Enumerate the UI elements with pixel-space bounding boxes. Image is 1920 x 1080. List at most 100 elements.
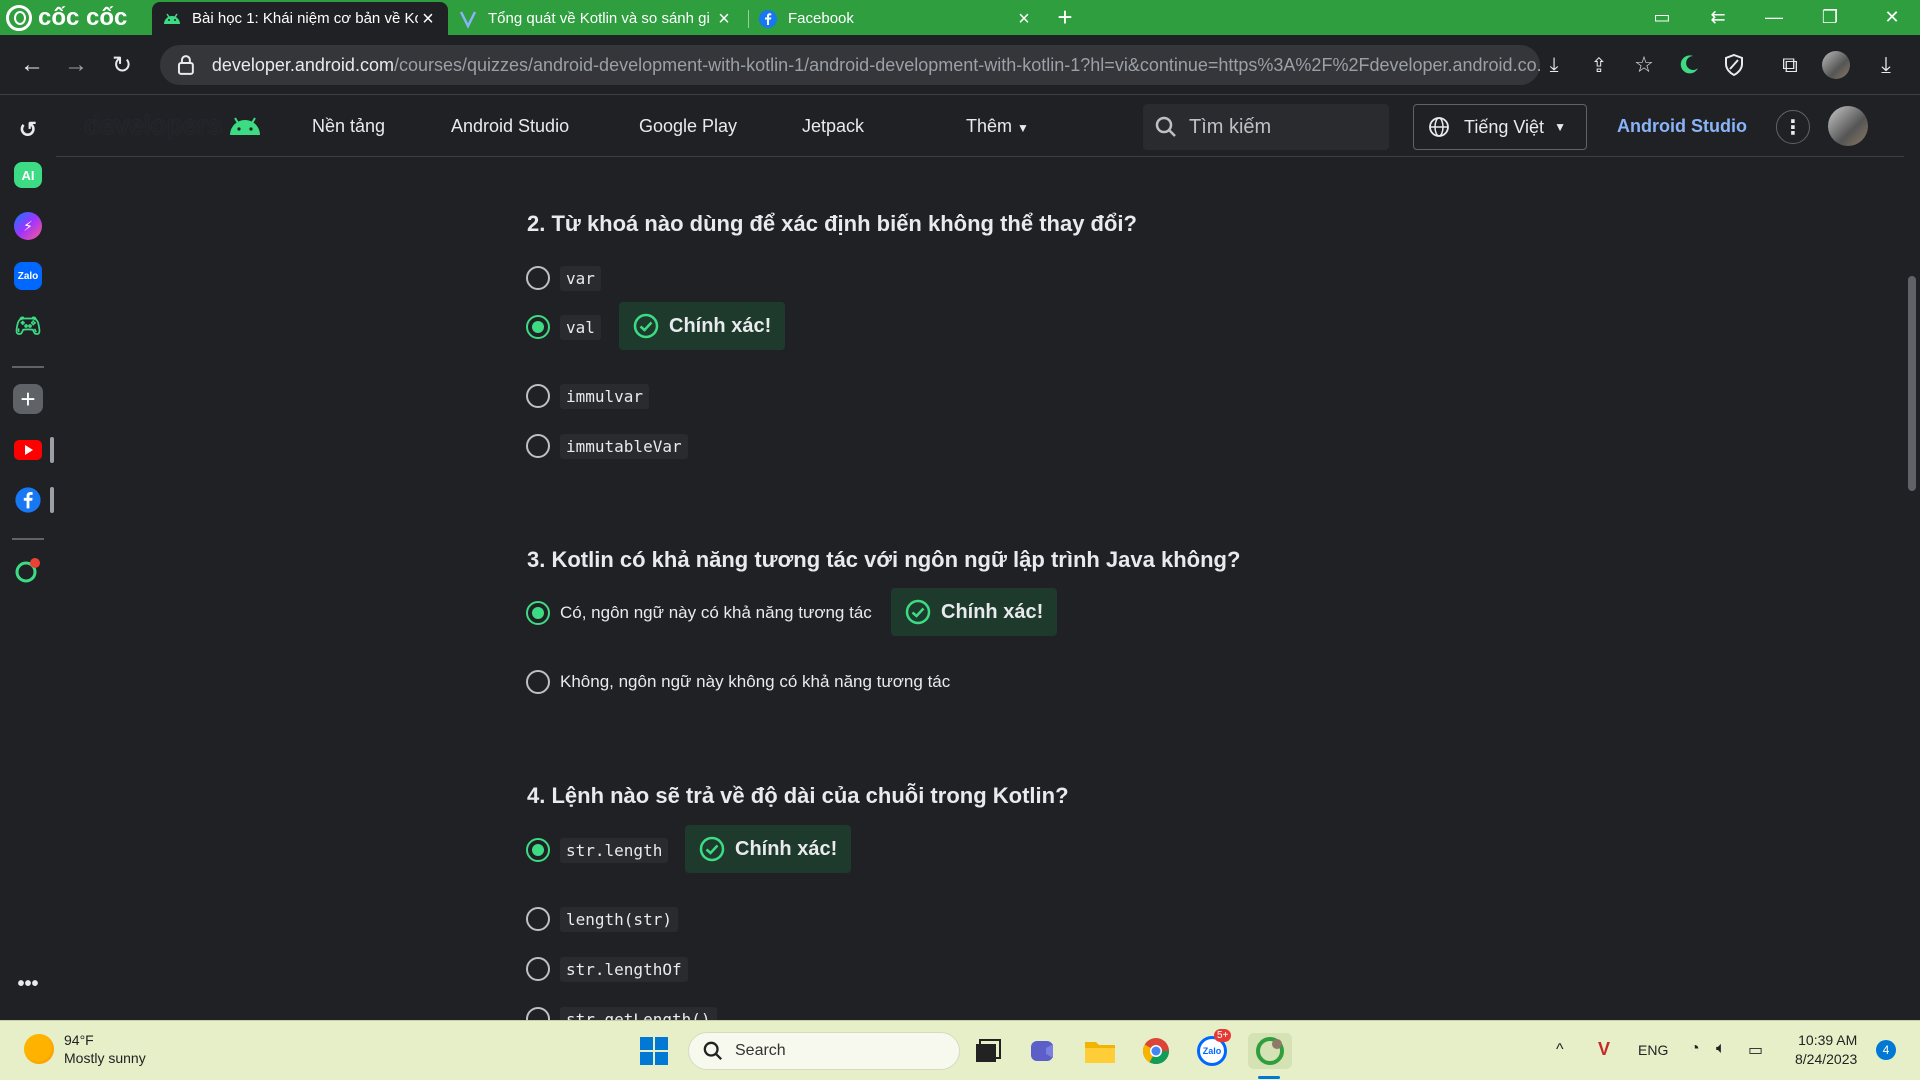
share-icon[interactable]: ⇪ [1581,47,1617,83]
new-tab-button[interactable]: + [1050,2,1080,33]
messenger-icon[interactable]: ⚡ [14,212,42,240]
scroll-thumb[interactable] [1908,276,1916,491]
more-vert-button[interactable]: ⋮ [1776,110,1810,144]
option-str-length[interactable]: str.length [526,835,669,865]
android-icon [229,116,260,135]
back-button[interactable]: ← [14,47,50,83]
radio-button[interactable] [526,907,550,931]
input-language[interactable]: ENG [1638,1042,1668,1058]
zalo-taskbar-icon[interactable]: Zalo 5+ [1194,1029,1232,1069]
battery-icon[interactable]: ▭ [1748,1040,1763,1060]
taskbar-search[interactable]: Search [688,1032,960,1070]
radio-button[interactable] [526,434,550,458]
active-app-indicator [1258,1076,1280,1079]
developers-logo[interactable]: developers [84,110,262,141]
radio-button[interactable] [526,838,550,862]
reload-button[interactable]: ↻ [104,47,140,83]
minimize-button[interactable]: — [1746,0,1802,35]
radio-button[interactable] [526,1007,550,1020]
option-immulvar[interactable]: immulvar [526,381,650,411]
tab-kotlin-overview[interactable]: Tổng quát về Kotlin và so sánh gi × [448,2,744,35]
option-yes[interactable]: Có, ngôn ngữ này có khả năng tương tác [526,598,872,628]
option-immutablevar[interactable]: immutableVar [526,431,688,461]
url-host: developer.android.com [211,54,394,75]
browser-sidebar: ↺ AI ⚡ Zalo 🎮︎ + ••• [0,96,56,1020]
option-label: str.getLength() [560,1006,717,1020]
nav-jetpack[interactable]: Jetpack [802,116,864,137]
task-view-icon[interactable] [970,1033,1006,1069]
option-no[interactable]: Không, ngôn ngữ này không có khả năng tư… [526,667,950,697]
weather-desc: Mostly sunny [64,1050,146,1066]
radio-button[interactable] [526,315,550,339]
dark-mode-icon[interactable] [1671,47,1707,83]
notification-count[interactable]: 4 [1876,1040,1896,1060]
download-page-icon[interactable]: ⤓ [1536,47,1572,83]
windows-start-icon[interactable] [636,1033,672,1069]
chrome-icon[interactable] [1138,1033,1174,1069]
teams-chat-icon[interactable] [1026,1033,1062,1069]
address-bar[interactable]: developer.android.com/courses/quizzes/an… [160,45,1540,85]
option-val[interactable]: val [526,312,601,342]
radio-button[interactable] [526,670,550,694]
notification-badge: 5+ [1214,1029,1232,1042]
maximize-button[interactable]: ❐ [1802,0,1858,35]
option-label: immutableVar [560,433,688,459]
tab-lesson[interactable]: Bài học 1: Khái niệm cơ bản về Ko × [152,2,448,35]
coccoc-logo[interactable]: cốc cốc [6,3,136,32]
android-studio-link[interactable]: Android Studio [1617,116,1747,137]
wifi-icon[interactable]: ◔ [1690,1040,1700,1058]
bookmark-star-icon[interactable]: ☆ [1626,47,1662,83]
history-icon[interactable]: ↺ [12,114,44,146]
zalo-icon[interactable]: Zalo [14,262,42,290]
weather-widget[interactable]: 94°F Mostly sunny [24,1031,146,1067]
close-window-button[interactable]: ✕ [1864,0,1920,35]
option-length-str[interactable]: length(str) [526,904,678,934]
facebook-icon[interactable] [12,484,44,516]
screen-capture-icon[interactable]: ▭ [1634,0,1690,35]
youtube-icon[interactable] [12,434,44,466]
facebook-icon [759,9,777,28]
file-explorer-icon[interactable] [1082,1033,1118,1069]
option-str-lengthof[interactable]: str.lengthOf [526,954,688,984]
nav-google-play[interactable]: Google Play [639,116,737,137]
forward-button[interactable]: → [58,47,94,83]
taskbar-search-label: Search [735,1042,786,1059]
site-search[interactable]: Tìm kiếm [1143,104,1389,150]
close-icon[interactable]: × [714,9,734,29]
ai-assistant-icon[interactable]: AI [14,162,42,188]
close-icon[interactable]: × [418,9,438,29]
nav-platform[interactable]: Nền tảng [312,116,385,137]
radio-button[interactable] [526,601,550,625]
add-icon[interactable]: + [13,384,43,414]
page-scrollbar[interactable] [1904,96,1920,1020]
option-var[interactable]: var [526,263,601,293]
coccoc-taskbar-icon[interactable] [1248,1033,1292,1069]
shield-icon[interactable] [1716,47,1752,83]
extensions-icon[interactable]: ⧉ [1772,47,1808,83]
vietkey-icon[interactable]: V [1598,1039,1610,1060]
option-str-getlength[interactable]: str.getLength() [526,1004,717,1020]
site-header: developers Nền tảng Android Studio Googl… [56,96,1920,157]
avatar[interactable] [1828,106,1868,146]
check-circle-icon [905,599,931,625]
nav-more[interactable]: Thêm ▼ [966,116,1029,137]
language-select[interactable]: Tiếng Việt ▼ [1413,104,1587,150]
clock[interactable]: 10:39 AM 8/24/2023 [1795,1031,1857,1069]
gamepad-icon[interactable]: 🎮︎ [12,310,44,342]
volume-icon[interactable]: 🔈︎ [1716,1040,1726,1058]
time: 10:39 AM [1798,1032,1858,1048]
question-title: 4. Lệnh nào sẽ trả về độ dài của chuỗi t… [527,783,1069,808]
profile-avatar[interactable] [1818,47,1854,83]
tab-facebook[interactable]: Facebook × [748,2,1044,35]
close-icon[interactable]: × [1014,9,1034,29]
coccoc-sync-icon[interactable] [12,554,44,586]
radio-button[interactable] [526,957,550,981]
more-options-icon[interactable]: ••• [12,968,44,1000]
nav-android-studio[interactable]: Android Studio [451,116,569,137]
downloads-icon[interactable]: ⤓ [1868,47,1904,83]
radio-button[interactable] [526,266,550,290]
chevron-up-icon[interactable]: ^ [1556,1041,1564,1059]
back-history-icon[interactable]: ⇇ [1690,0,1746,35]
radio-button[interactable] [526,384,550,408]
v-icon [459,10,477,29]
